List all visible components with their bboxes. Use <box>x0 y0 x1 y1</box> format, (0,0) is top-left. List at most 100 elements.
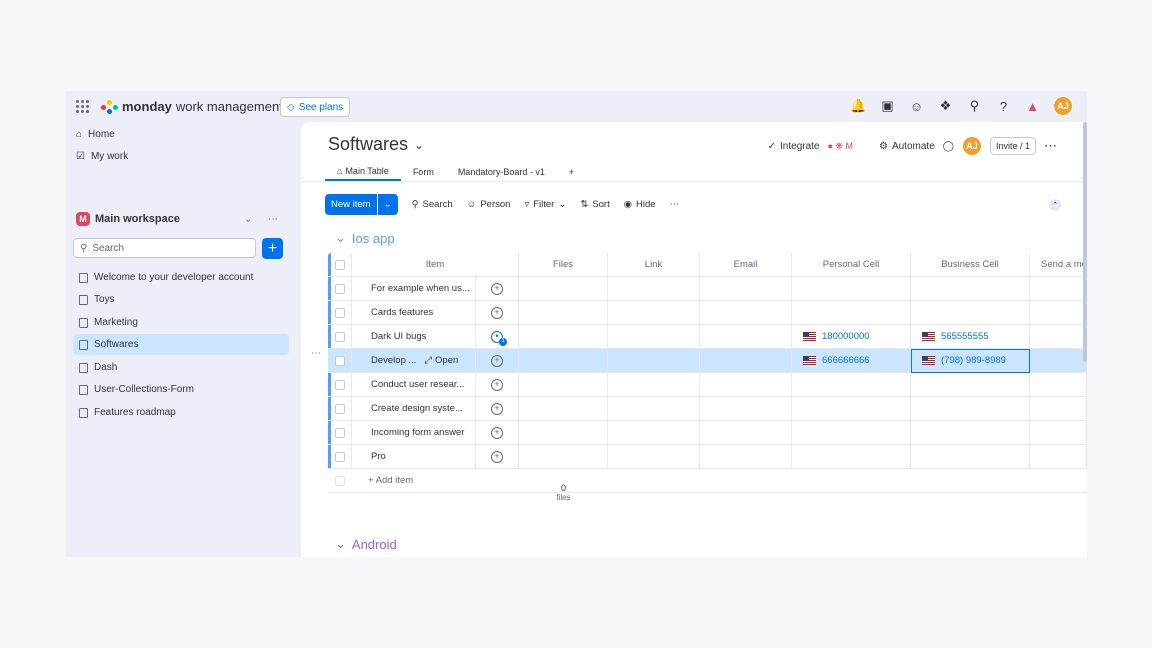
link-cell[interactable] <box>608 397 700 421</box>
comment-icon[interactable]: ◯ <box>943 141 954 152</box>
send-message-cell[interactable] <box>1030 277 1087 301</box>
add-view-button[interactable]: + <box>557 163 586 181</box>
link-cell[interactable] <box>608 349 700 373</box>
business-cell[interactable] <box>911 397 1030 421</box>
column-header-personal-cell[interactable]: Personal Cell <box>792 253 911 277</box>
files-cell[interactable] <box>519 445 608 469</box>
files-cell[interactable] <box>519 301 608 325</box>
row-checkbox[interactable] <box>328 277 352 301</box>
column-header-link[interactable]: Link <box>608 253 700 277</box>
row-checkbox[interactable] <box>328 373 352 397</box>
email-cell[interactable] <box>700 301 792 325</box>
search-icon[interactable]: ⚲ <box>966 98 983 115</box>
person-filter-button[interactable]: ☺ Person <box>467 199 511 210</box>
user-avatar[interactable]: AJ <box>1053 96 1073 116</box>
files-cell[interactable] <box>519 397 608 421</box>
updates-cell[interactable]: + <box>476 397 519 421</box>
more-options-icon[interactable]: ⋯ <box>1044 138 1057 154</box>
vertical-scrollbar[interactable] <box>1083 122 1087 362</box>
item-name-cell[interactable]: For example when us... <box>352 277 476 301</box>
personal-cell[interactable] <box>792 421 911 445</box>
link-cell[interactable] <box>608 421 700 445</box>
board-avatar[interactable]: AJ <box>961 136 982 156</box>
invite-button[interactable]: Invite / 1 <box>989 137 1036 155</box>
item-name-cell[interactable]: Conduct user resear... <box>352 373 476 397</box>
business-cell[interactable] <box>911 277 1030 301</box>
table-row[interactable]: Cards features + <box>328 301 1087 325</box>
filter-button[interactable]: ▿ Filter ⌄ <box>524 199 566 210</box>
row-more-icon[interactable]: ⋯ <box>311 348 321 359</box>
files-cell[interactable] <box>519 349 608 373</box>
tab-main-table[interactable]: ⌂ Main Table <box>325 163 401 181</box>
item-name-cell[interactable]: Develop ... ⤢ Open <box>352 349 476 373</box>
files-cell[interactable] <box>519 277 608 301</box>
sidebar-my-work[interactable]: ☑ My work <box>76 151 128 162</box>
updates-cell[interactable]: + <box>476 349 519 373</box>
product-switcher-icon[interactable]: ▲ <box>1024 98 1041 115</box>
link-cell[interactable] <box>608 301 700 325</box>
email-cell[interactable] <box>700 445 792 469</box>
row-checkbox[interactable] <box>328 397 352 421</box>
table-row-selected[interactable]: Develop ... ⤢ Open + 666666666 (798) 989… <box>328 349 1087 373</box>
sidebar-board-softwares[interactable]: Softwares <box>73 334 289 355</box>
inbox-icon[interactable]: ▣ <box>879 98 896 115</box>
sidebar-board-dash[interactable]: Dash <box>73 357 289 378</box>
sort-button[interactable]: ⇅ Sort <box>580 199 609 210</box>
sidebar-board-marketing[interactable]: Marketing <box>73 312 289 333</box>
personal-cell[interactable] <box>792 277 911 301</box>
email-cell[interactable] <box>700 421 792 445</box>
add-board-button[interactable]: + <box>262 238 283 259</box>
business-cell[interactable] <box>911 421 1030 445</box>
item-name-cell[interactable]: Dark UI bugs <box>352 325 476 349</box>
email-cell[interactable] <box>700 325 792 349</box>
integrate-button[interactable]: ✓ Integrate <box>768 141 820 152</box>
updates-cell[interactable]: + <box>476 301 519 325</box>
personal-cell[interactable] <box>792 445 911 469</box>
item-name-cell[interactable]: Pro <box>352 445 476 469</box>
select-all-checkbox[interactable] <box>328 253 352 277</box>
item-name-cell[interactable]: Cards features <box>352 301 476 325</box>
files-cell[interactable] <box>519 421 608 445</box>
row-checkbox[interactable] <box>328 421 352 445</box>
sidebar-search-input[interactable]: ⚲ Search <box>73 238 256 258</box>
business-cell[interactable] <box>911 301 1030 325</box>
send-message-cell[interactable] <box>1030 445 1087 469</box>
email-cell[interactable] <box>700 277 792 301</box>
more-options-icon[interactable]: ⋯ <box>268 214 278 225</box>
column-header-files[interactable]: Files <box>519 253 608 277</box>
board-title[interactable]: Softwares ⌄ <box>328 134 424 155</box>
link-cell[interactable] <box>608 445 700 469</box>
item-name-cell[interactable]: Create design syste... <box>352 397 476 421</box>
files-cell[interactable] <box>519 373 608 397</box>
email-cell[interactable] <box>700 397 792 421</box>
business-cell[interactable] <box>911 445 1030 469</box>
column-header-email[interactable]: Email <box>700 253 792 277</box>
row-checkbox[interactable] <box>328 301 352 325</box>
sidebar-board-toys[interactable]: Toys <box>73 289 289 310</box>
app-grid-icon[interactable] <box>76 100 89 113</box>
chevron-down-icon[interactable]: ⌄ <box>376 194 398 215</box>
send-message-cell[interactable] <box>1030 397 1087 421</box>
updates-cell[interactable]: + <box>476 445 519 469</box>
row-checkbox[interactable] <box>328 349 352 373</box>
group-header-ios[interactable]: ⌄ Ios app <box>335 230 395 246</box>
phone-number[interactable]: 565555555 <box>941 331 989 342</box>
email-cell[interactable] <box>700 373 792 397</box>
table-row[interactable]: Dark UI bugs • 1 180000000 565555555 <box>328 325 1087 349</box>
link-cell[interactable] <box>608 277 700 301</box>
updates-cell[interactable]: • 1 <box>476 325 519 349</box>
brand-logo[interactable]: monday work management <box>101 99 283 114</box>
sidebar-board-features-roadmap[interactable]: Features roadmap <box>73 402 289 423</box>
sidebar-board-welcome[interactable]: Welcome to your developer account <box>73 267 289 288</box>
search-button[interactable]: ⚲ Search <box>412 199 453 210</box>
phone-number[interactable]: (798) 989-8989 <box>941 355 1006 366</box>
group-header-android[interactable]: ⌄ Android <box>335 536 397 552</box>
see-plans-button[interactable]: ◇ See plans <box>280 97 351 117</box>
column-header-send-message[interactable]: Send a me <box>1030 253 1087 277</box>
sidebar-home[interactable]: ⌂ Home <box>76 129 115 140</box>
phone-number[interactable]: 180000000 <box>822 331 870 342</box>
chevron-down-icon[interactable]: ⌄ <box>558 199 566 210</box>
column-header-item[interactable]: Item <box>352 253 519 277</box>
open-item-button[interactable]: ⤢ Open <box>424 355 458 366</box>
link-cell[interactable] <box>608 325 700 349</box>
